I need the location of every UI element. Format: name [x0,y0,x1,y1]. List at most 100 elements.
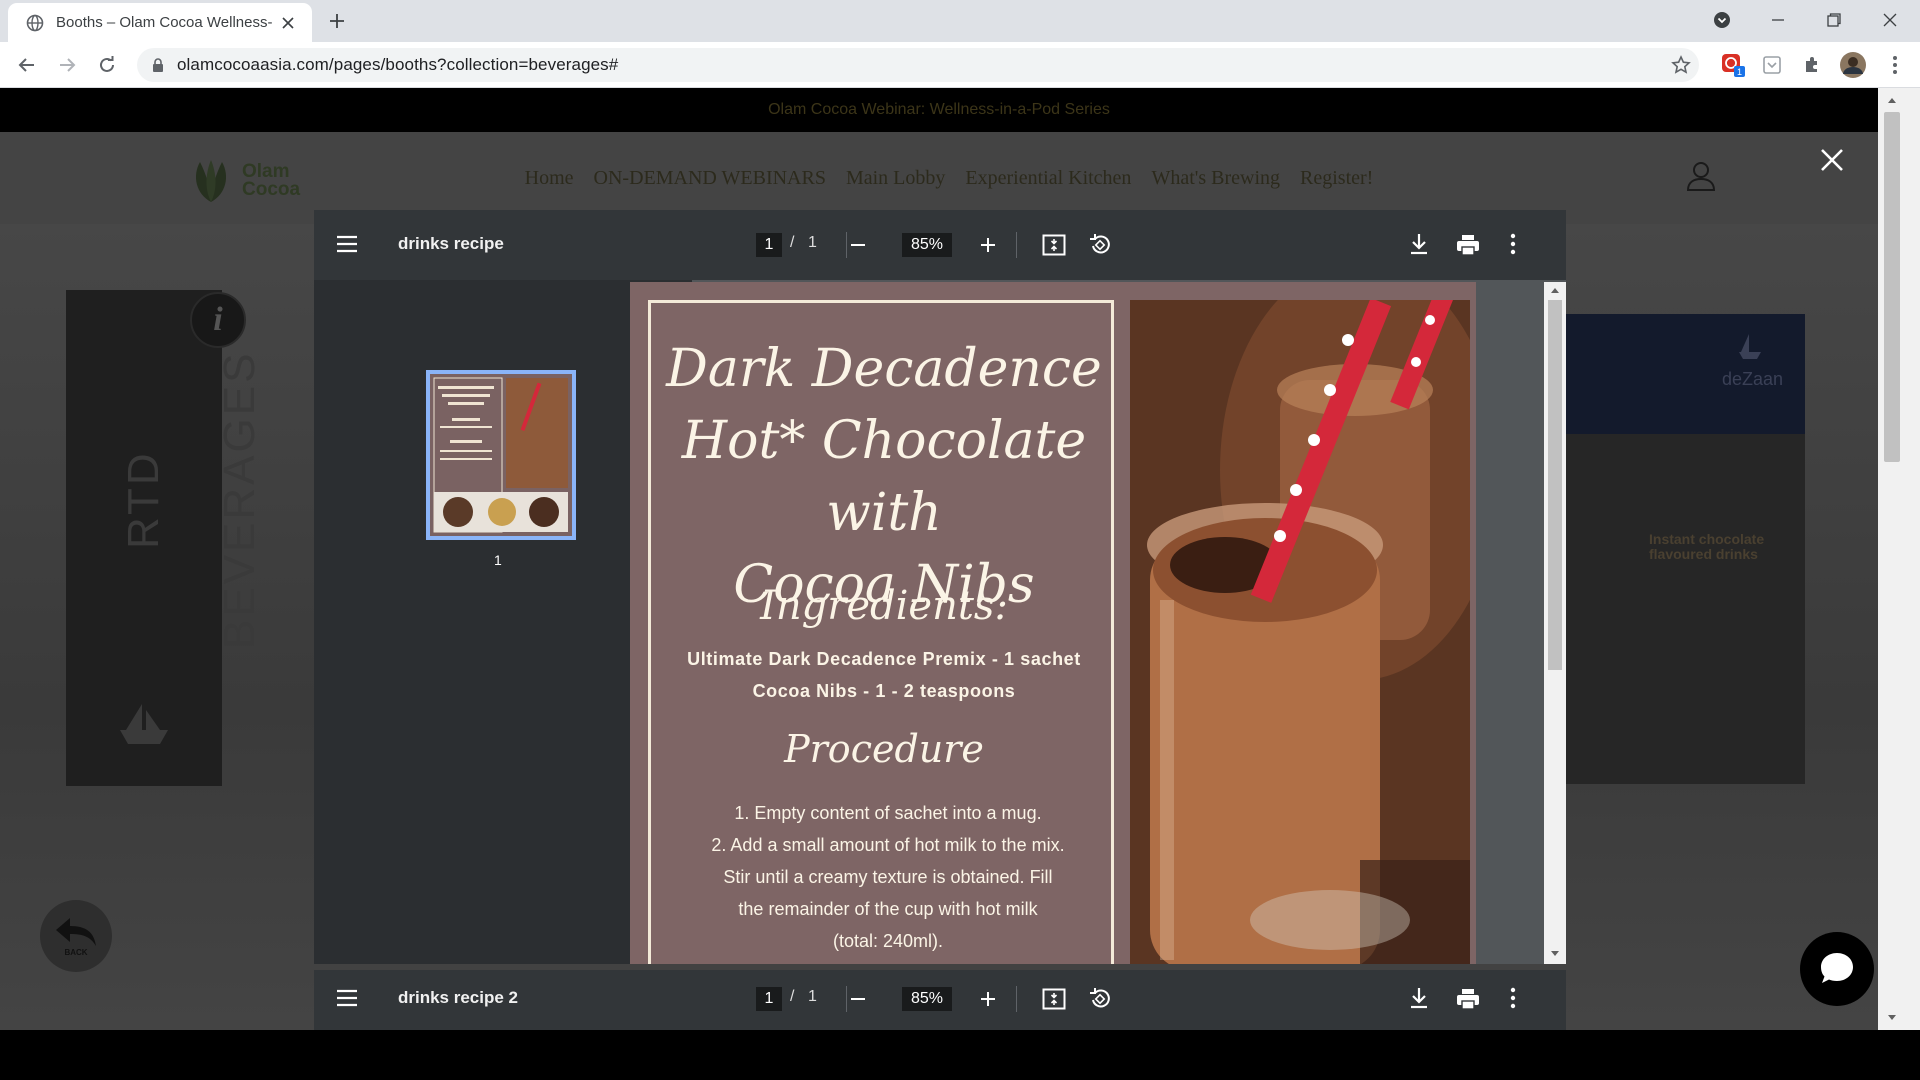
zoom-in-icon[interactable] [978,989,998,1009]
zoom-level-input[interactable]: 85% [902,233,952,257]
rotate-icon[interactable] [1088,233,1112,257]
address-bar[interactable]: olamcocoaasia.com/pages/booths?collectio… [137,48,1699,82]
nav-on-demand-webinars[interactable]: ON-DEMAND WEBINARS [594,167,826,190]
bottom-letterbox [0,1030,1920,1080]
toolbar-divider [846,232,847,258]
undo-arrow-icon [56,917,96,946]
download-icon[interactable] [1408,232,1430,256]
page-total: 1 [808,234,817,251]
toolbar-divider [1016,232,1017,258]
back-label: BACK [64,947,88,957]
forward-arrow-icon[interactable] [52,50,82,80]
toolbar-divider [846,986,847,1012]
info-icon[interactable]: i [190,292,246,348]
pdf-page: Dark Decadence Hot* Chocolate with Cocoa… [630,282,1476,964]
tab-title: Booths – Olam Cocoa Wellness-i [56,14,272,31]
extension-badge-icon[interactable]: 1 [1718,50,1748,80]
procedure-step: 1. Empty content of sachet into a mug. [734,803,1042,823]
download-icon[interactable] [1408,986,1430,1010]
more-options-icon[interactable] [1510,986,1516,1010]
reload-icon[interactable] [92,50,122,80]
nav-home[interactable]: Home [525,167,574,190]
zoom-level-input[interactable]: 85% [902,987,952,1011]
scroll-up-icon[interactable] [1887,96,1897,104]
back-arrow-icon[interactable] [12,50,42,80]
pdf-title: drinks recipe [398,234,504,253]
nav-register[interactable]: Register! [1300,167,1373,190]
globe-icon [26,14,44,31]
restore-icon[interactable] [1806,0,1862,40]
page-separator: / [790,234,795,251]
hot-chocolate-photo [1130,300,1470,964]
avatar[interactable] [1838,50,1868,80]
puzzle-icon[interactable] [1797,50,1827,80]
procedure-step: the remainder of the cup with hot milk [738,899,1038,919]
dezaan-poster-title: Instant chocolate flavoured drinks [1649,531,1765,562]
nav-experiential-kitchen[interactable]: Experiential Kitchen [965,167,1131,190]
back-button[interactable]: BACK [40,900,112,972]
page-scrollbar[interactable] [1878,88,1920,1030]
bookmark-star-icon[interactable] [1666,50,1696,80]
scroll-up-icon[interactable] [1550,286,1560,294]
hamburger-menu-icon[interactable] [336,986,358,1010]
print-icon[interactable] [1456,234,1480,256]
user-icon[interactable] [1686,160,1716,192]
page-thumbnail[interactable] [426,370,576,540]
scroll-down-icon[interactable] [1550,950,1560,958]
webinar-banner: Olam Cocoa Webinar: Wellness-in-a-Pod Se… [0,88,1878,132]
extension-icon[interactable] [1757,50,1787,80]
zoom-in-icon[interactable] [978,235,998,255]
nav-whats-brewing[interactable]: What's Brewing [1151,167,1280,190]
lock-icon [153,58,163,72]
close-overlay-icon[interactable] [1818,146,1846,174]
rotate-icon[interactable] [1088,987,1112,1011]
ship-icon [120,704,168,744]
nav-main-lobby[interactable]: Main Lobby [846,167,945,190]
browser-menu-icon[interactable] [1880,50,1910,80]
procedure-step: 2. Add a small amount of hot milk to the… [711,835,1065,855]
fit-page-icon[interactable] [1042,988,1066,1010]
procedure-step: (total: 240ml). [832,931,944,951]
chat-button[interactable] [1800,932,1874,1006]
recipe-title: Dark Decadence Hot* Chocolate with Cocoa… [651,333,1117,621]
page-total: 1 [808,988,817,1005]
print-icon[interactable] [1456,988,1480,1010]
window-close-icon[interactable] [1862,0,1918,40]
dezaan-booth[interactable]: deZaan Instant chocolate flavoured drink… [1565,314,1805,784]
rtd-beverages-booth[interactable]: RTD BEVERAGES [66,290,264,786]
pdf-scrollbar-thumb[interactable] [1548,300,1562,670]
pdf-viewer-drinks-recipe-2: drinks recipe 2 1 / 1 85% [314,970,1566,1030]
page-number-input[interactable]: 1 [756,233,782,257]
booth-label: RTD BEVERAGES [119,350,264,650]
zoom-out-icon[interactable] [848,235,868,255]
pdf-scrollbar[interactable] [1544,282,1566,964]
thumbnail-number: 1 [494,552,502,568]
pdf-title: drinks recipe 2 [398,988,519,1007]
browser-tabstrip: Booths – Olam Cocoa Wellness-i [0,0,1920,42]
ingredient-line: Ultimate Dark Decadence Premix - 1 sache… [687,649,1081,669]
page-scrollbar-thumb[interactable] [1884,112,1900,462]
dezaan-brand: deZaan [1721,369,1783,389]
chat-bubble-icon [1821,953,1853,983]
fit-page-icon[interactable] [1042,234,1066,256]
minimize-icon[interactable] [1750,0,1806,40]
tab-search-icon[interactable] [1694,0,1750,40]
new-tab-icon[interactable] [324,8,350,34]
drink-illustration [1130,300,1470,964]
url-text: olamcocoaasia.com/pages/booths?collectio… [177,55,619,74]
toolbar-divider [1016,986,1017,1012]
procedure-step: Stir until a creamy texture is obtained.… [723,867,1053,887]
dezaan-logo-icon [1739,334,1761,359]
hamburger-menu-icon[interactable] [336,232,358,256]
page-number-input[interactable]: 1 [756,987,782,1011]
browser-toolbar: olamcocoaasia.com/pages/booths?collectio… [0,42,1920,88]
browser-tab[interactable]: Booths – Olam Cocoa Wellness-i [8,3,312,42]
thumbnail-image [430,374,572,536]
pdf-toolbar: drinks recipe 1 / 1 85% [314,210,1566,280]
pdf-viewer-drinks-recipe: drinks recipe 1 / 1 85% 1 Dark Decadence… [314,210,1566,964]
page-separator: / [790,988,795,1005]
zoom-out-icon[interactable] [848,989,868,1009]
tab-close-icon[interactable] [278,13,298,33]
more-options-icon[interactable] [1510,232,1516,256]
scroll-down-icon[interactable] [1887,1014,1897,1022]
